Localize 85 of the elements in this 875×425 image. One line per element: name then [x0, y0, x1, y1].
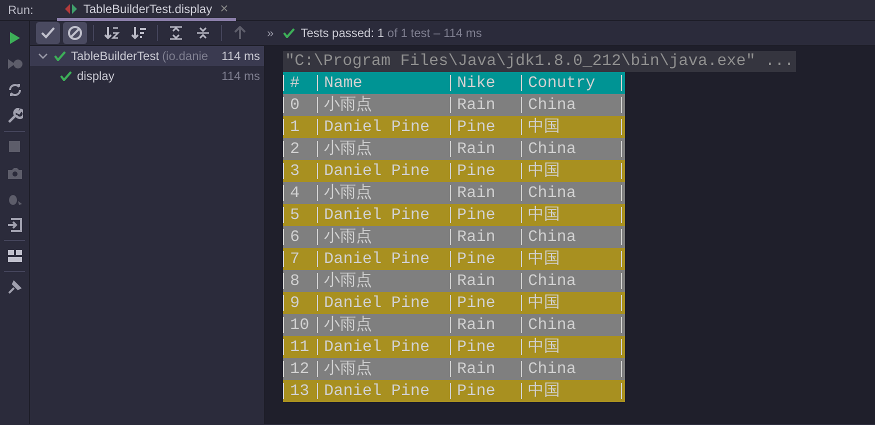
table-cell: Pine [450, 207, 521, 223]
table-cell: Daniel Pine [317, 251, 450, 267]
table-cell: China [521, 317, 621, 333]
table-cell: China [521, 97, 621, 113]
check-icon [60, 71, 72, 81]
table-cell: Daniel Pine [317, 339, 450, 355]
table-cell: 中国 [521, 383, 621, 399]
table-cell: Rain [450, 229, 521, 245]
table-cell: Daniel Pine [317, 207, 450, 223]
table-cell: China [521, 229, 621, 245]
table-cell: 小雨点 [317, 185, 450, 201]
table-cell: 7 [283, 251, 317, 267]
table-cell: Rain [450, 317, 521, 333]
check-icon [41, 27, 55, 39]
table-cell: 中国 [521, 339, 621, 355]
table-cell: 中国 [521, 251, 621, 267]
table-cell: 5 [283, 207, 317, 223]
run-label: Run: [7, 2, 34, 19]
chevron-icon[interactable] [38, 52, 48, 60]
layout-icon[interactable] [8, 250, 22, 262]
table-cell: 小雨点 [317, 361, 450, 377]
wrench-icon[interactable] [7, 108, 23, 124]
table-cell: Daniel Pine [317, 295, 450, 311]
table-cell: Pine [450, 163, 521, 179]
table-cell: Daniel Pine [317, 119, 450, 135]
table-cell: Pine [450, 251, 521, 267]
table-cell: 0 [283, 97, 317, 113]
table-cell: China [521, 361, 621, 377]
table-cell: Daniel Pine [317, 163, 450, 179]
table-cell: # [283, 75, 317, 91]
table-cell: Daniel Pine [317, 383, 450, 399]
table-cell: China [521, 273, 621, 289]
table-cell: Pine [450, 119, 521, 135]
table-cell: 小雨点 [317, 273, 450, 289]
table-cell: Rain [450, 185, 521, 201]
prohibited-icon [67, 25, 83, 41]
close-button[interactable]: × [220, 0, 228, 19]
table-cell: 6 [283, 229, 317, 245]
table-cell: 小雨点 [317, 97, 450, 113]
run-icon[interactable] [9, 31, 21, 45]
table-cell: Rain [450, 273, 521, 289]
tree-item[interactable]: TableBuilderTest (io.danie 114 ms [30, 46, 264, 66]
refresh-icon[interactable] [7, 82, 23, 98]
table-cell: 11 [283, 339, 317, 355]
check-icon [282, 28, 295, 38]
table-cell: 13 [283, 383, 317, 399]
sort-alphabetical-icon[interactable] [104, 26, 120, 40]
table-cell: China [521, 141, 621, 157]
table-cell: 中国 [521, 207, 621, 223]
table-cell: 9 [283, 295, 317, 311]
show-ignored-button[interactable] [63, 22, 87, 44]
test-status: Tests passed: 1 of 1 test – 114 ms [300, 25, 482, 42]
table-cell: Pine [450, 339, 521, 355]
table-cell: 小雨点 [317, 141, 450, 157]
table-cell: 中国 [521, 295, 621, 311]
table-cell: 1 [283, 119, 317, 135]
table-cell: Pine [450, 383, 521, 399]
table-cell: Nike [450, 75, 521, 91]
import-icon[interactable] [7, 217, 23, 233]
table-cell: Rain [450, 141, 521, 157]
table-cell: 12 [283, 361, 317, 377]
table-cell: Rain [450, 97, 521, 113]
table-cell: Rain [450, 361, 521, 377]
check-icon [54, 51, 66, 61]
table-cell: China [521, 185, 621, 201]
table-cell: Pine [450, 295, 521, 311]
table-cell: 3 [283, 163, 317, 179]
sort-duration-icon[interactable] [131, 26, 147, 40]
table-cell: 小雨点 [317, 317, 450, 333]
table-cell: 4 [283, 185, 317, 201]
overflow-button[interactable]: » [267, 24, 274, 42]
expand-all-icon[interactable] [169, 26, 183, 40]
table-cell: 10 [283, 317, 317, 333]
table-cell: 中国 [521, 163, 621, 179]
tree-item[interactable]: display 114 ms [30, 66, 264, 86]
table-cell: 小雨点 [317, 229, 450, 245]
table-cell: 中国 [521, 119, 621, 135]
collapse-all-icon[interactable] [196, 26, 210, 40]
table-cell: Name [317, 75, 450, 91]
table-cell: Conutry [521, 75, 621, 91]
table-cell: 2 [283, 141, 317, 157]
show-passed-button[interactable] [36, 22, 60, 44]
test-run-icon [65, 4, 78, 14]
run-tab[interactable]: TableBuilderTest.display × [57, 0, 236, 20]
table-cell: 8 [283, 273, 317, 289]
